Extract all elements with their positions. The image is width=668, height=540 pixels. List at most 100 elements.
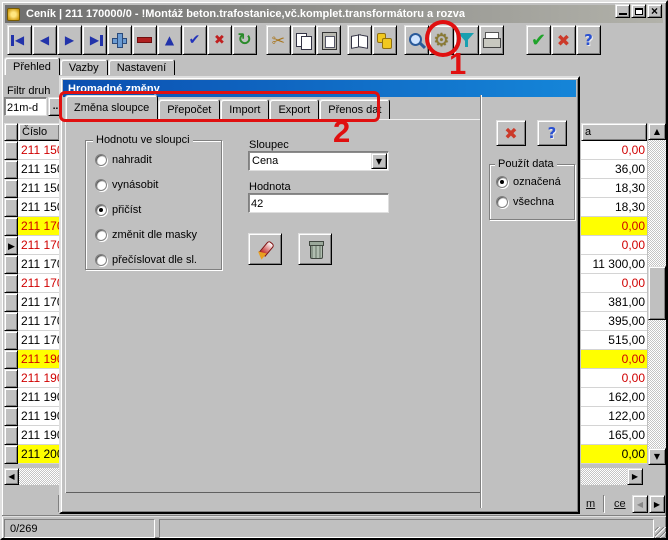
number-cell[interactable]: 211 190 [18, 350, 60, 369]
row-selector[interactable] [4, 426, 18, 445]
filter-input-field[interactable] [5, 100, 46, 117]
number-cell[interactable]: 211 170 [18, 255, 60, 274]
use-data-radio[interactable] [496, 176, 508, 188]
number-column-header[interactable]: Číslo [18, 123, 60, 141]
row-selector[interactable] [4, 445, 18, 464]
copy-button[interactable] [291, 25, 316, 55]
edit-record-button[interactable] [157, 25, 182, 55]
value-input-field[interactable] [249, 195, 388, 213]
price-cell[interactable]: 0,00 [581, 141, 647, 160]
help-button[interactable] [576, 25, 601, 55]
row-selector[interactable] [4, 293, 18, 312]
number-cell[interactable]: 211 190 [18, 369, 60, 388]
value-mode-option[interactable]: nahradit [95, 154, 197, 166]
number-cell[interactable]: 211 170 [18, 236, 60, 255]
number-cell[interactable]: 211 150 [18, 198, 60, 217]
price-cell[interactable]: 515,00 [581, 331, 647, 350]
number-cell[interactable]: 211 190 [18, 426, 60, 445]
ok-button[interactable] [526, 25, 551, 55]
value-mode-option[interactable]: změnit dle masky [95, 229, 197, 241]
row-selector[interactable] [4, 388, 18, 407]
number-cell[interactable]: 211 170 [18, 217, 60, 236]
row-selector[interactable] [4, 179, 18, 198]
row-selector[interactable] [4, 407, 18, 426]
value-input[interactable] [248, 193, 389, 213]
value-mode-radio[interactable] [95, 154, 107, 166]
first-record-button[interactable] [7, 25, 32, 55]
use-data-option[interactable]: označená [496, 176, 561, 188]
number-cell[interactable]: 211 170 [18, 312, 60, 331]
row-selector[interactable] [4, 331, 18, 350]
price-cell[interactable]: 0,00 [581, 274, 647, 293]
price-cell[interactable]: 0,00 [581, 369, 647, 388]
cancel-record-button[interactable] [207, 25, 232, 55]
value-mode-radio[interactable] [95, 254, 107, 266]
price-cell[interactable]: 18,30 [581, 198, 647, 217]
price-cell[interactable]: 0,00 [581, 350, 647, 369]
tab-přehled[interactable]: Přehled [4, 57, 60, 75]
price-cell[interactable]: 122,00 [581, 407, 647, 426]
price-cell[interactable]: 0,00 [581, 445, 647, 464]
price-cell[interactable]: 0,00 [581, 217, 647, 236]
sheet-prev-button[interactable]: ◀ [632, 495, 648, 513]
row-selector[interactable] [4, 198, 18, 217]
clear-button[interactable] [298, 233, 332, 265]
row-selector[interactable] [4, 255, 18, 274]
catalog-button[interactable] [347, 25, 372, 55]
row-selector[interactable] [4, 350, 18, 369]
price-cell[interactable]: 162,00 [581, 388, 647, 407]
seal-button[interactable] [372, 25, 397, 55]
use-data-option[interactable]: všechna [496, 196, 561, 208]
row-selector[interactable] [4, 217, 18, 236]
number-cell[interactable]: 211 170 [18, 274, 60, 293]
number-cell[interactable]: 211 170 [18, 293, 60, 312]
vscroll-down-button[interactable]: ▼ [648, 448, 666, 465]
value-mode-radio[interactable] [95, 204, 107, 216]
tab-vazby[interactable]: Vazby [60, 59, 108, 75]
number-cell[interactable]: 211 150 [18, 160, 60, 179]
hscroll-right-button[interactable]: ▶ [627, 468, 643, 485]
delete-record-button[interactable] [132, 25, 157, 55]
filter-input[interactable] [4, 97, 47, 116]
sheet-link-m[interactable]: m [586, 498, 595, 510]
value-mode-radio[interactable] [95, 179, 107, 191]
resize-grip[interactable] [655, 527, 667, 539]
price-column-header[interactable]: a [581, 123, 647, 141]
last-record-button[interactable] [82, 25, 107, 55]
row-selector[interactable] [4, 274, 18, 293]
hscroll-left-button[interactable]: ◀ [4, 468, 19, 485]
number-cell[interactable]: 211 200 [18, 445, 60, 464]
price-cell[interactable]: 18,30 [581, 179, 647, 198]
value-mode-option[interactable]: přičíst [95, 204, 197, 216]
vscroll-thumb[interactable] [648, 266, 666, 320]
sheet-link-ce[interactable]: ce [614, 498, 626, 510]
price-cell[interactable]: 36,00 [581, 160, 647, 179]
hscroll-track-left[interactable] [19, 468, 60, 485]
column-combobox[interactable]: Cena ▼ [248, 151, 389, 171]
cut-button[interactable] [266, 25, 291, 55]
row-selector[interactable]: ▶ [4, 236, 18, 255]
next-record-button[interactable] [57, 25, 82, 55]
row-selector[interactable] [4, 141, 18, 160]
vscroll-up-button[interactable]: ▲ [648, 123, 666, 140]
price-cell[interactable]: 11 300,00 [581, 255, 647, 274]
execute-button[interactable] [248, 233, 282, 265]
previous-record-button[interactable] [32, 25, 57, 55]
value-mode-radio[interactable] [95, 229, 107, 241]
number-cell[interactable]: 211 150 [18, 179, 60, 198]
price-cell[interactable]: 395,00 [581, 312, 647, 331]
use-data-radio[interactable] [496, 196, 508, 208]
add-record-button[interactable] [107, 25, 132, 55]
value-mode-option[interactable]: přečíslovat dle sl. [95, 254, 197, 266]
combobox-dropdown-button[interactable]: ▼ [371, 153, 387, 169]
print-button[interactable] [479, 25, 504, 55]
dialog-close-button[interactable] [496, 120, 526, 146]
value-mode-option[interactable]: vynásobit [95, 179, 197, 191]
storno-button[interactable] [551, 25, 576, 55]
refresh-button[interactable] [232, 25, 257, 55]
hscroll-track-right[interactable] [581, 468, 627, 485]
paste-button[interactable] [316, 25, 341, 55]
price-cell[interactable]: 165,00 [581, 426, 647, 445]
row-selector[interactable] [4, 369, 18, 388]
sheet-next-button[interactable]: ▶ [649, 495, 665, 513]
